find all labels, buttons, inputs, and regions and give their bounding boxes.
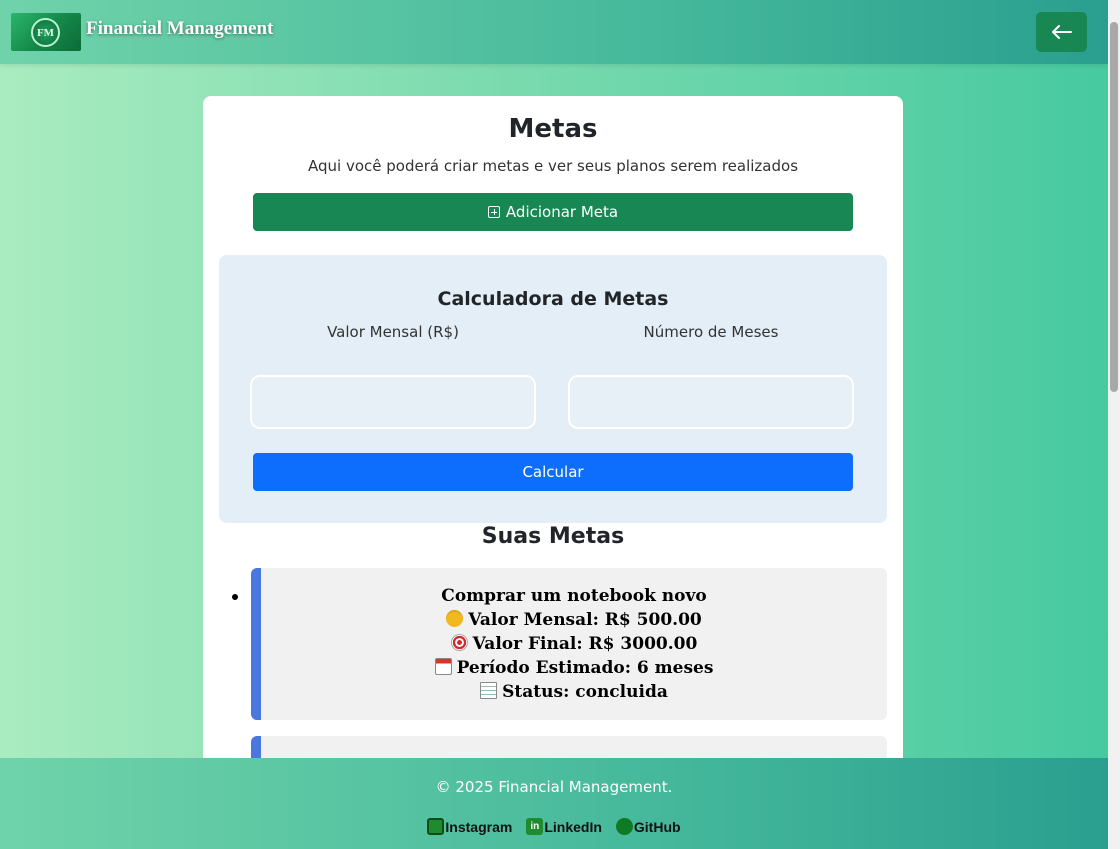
- github-label: GitHub: [633, 818, 681, 835]
- goal-status: Status: concluida: [502, 682, 668, 702]
- back-button[interactable]: [1036, 12, 1087, 52]
- goal-calculator: Calculadora de Metas Valor Mensal (R$) N…: [219, 255, 887, 523]
- goal-item[interactable]: Comprar um notebook novo Valor Mensal: R…: [251, 568, 887, 720]
- arrow-left-icon: [1051, 25, 1072, 39]
- target-icon: [450, 634, 468, 651]
- social-links: Instagram in LinkedIn GitHub: [0, 818, 1108, 835]
- goal-final: Valor Final: R$ 3000.00: [472, 634, 698, 654]
- calculate-button[interactable]: Calcular: [253, 453, 853, 491]
- goals-title: Suas Metas: [481, 524, 625, 549]
- instagram-link[interactable]: Instagram: [427, 818, 512, 835]
- calculator-title: Calculadora de Metas: [437, 288, 669, 310]
- calendar-icon: [434, 658, 452, 675]
- linkedin-label: LinkedIn: [544, 818, 602, 835]
- memo-icon: [480, 682, 498, 699]
- goal-name: Comprar um notebook novo: [441, 586, 707, 606]
- months-input[interactable]: [568, 375, 854, 429]
- linkedin-link[interactable]: in LinkedIn: [526, 818, 602, 835]
- footer: © 2025 Financial Management. Instagram i…: [0, 758, 1108, 849]
- page-title: Metas: [508, 114, 598, 144]
- top-navbar: FM Financial Management: [0, 0, 1108, 64]
- page-scrollbar[interactable]: [1108, 0, 1120, 849]
- add-goal-label: Adicionar Meta: [505, 203, 619, 221]
- github-icon: [615, 818, 633, 835]
- list-bullet: [232, 594, 238, 600]
- monthly-value-input[interactable]: [250, 375, 536, 429]
- copyright: © 2025 Financial Management.: [435, 778, 673, 796]
- instagram-label: Instagram: [445, 818, 513, 835]
- money-bag-icon: [446, 610, 464, 627]
- monthly-value-label: Valor Mensal (R$): [327, 323, 459, 341]
- brand-name: Financial Management: [86, 18, 274, 39]
- instagram-icon: [427, 818, 445, 835]
- page-subtitle: Aqui você poderá criar metas e ver seus …: [307, 157, 799, 175]
- logo-emblem: FM: [31, 18, 60, 47]
- goals-card: Metas Aqui você poderá criar metas e ver…: [203, 96, 903, 796]
- github-link[interactable]: GitHub: [615, 818, 681, 835]
- linkedin-icon: in: [526, 818, 544, 835]
- goal-monthly: Valor Mensal: R$ 500.00: [468, 610, 702, 630]
- app-logo[interactable]: FM: [11, 13, 81, 51]
- goal-period: Período Estimado: 6 meses: [456, 658, 714, 678]
- scrollbar-thumb[interactable]: [1110, 22, 1118, 392]
- add-goal-button[interactable]: Adicionar Meta: [253, 193, 853, 231]
- months-label: Número de Meses: [643, 323, 779, 341]
- plus-square-icon: [487, 206, 500, 218]
